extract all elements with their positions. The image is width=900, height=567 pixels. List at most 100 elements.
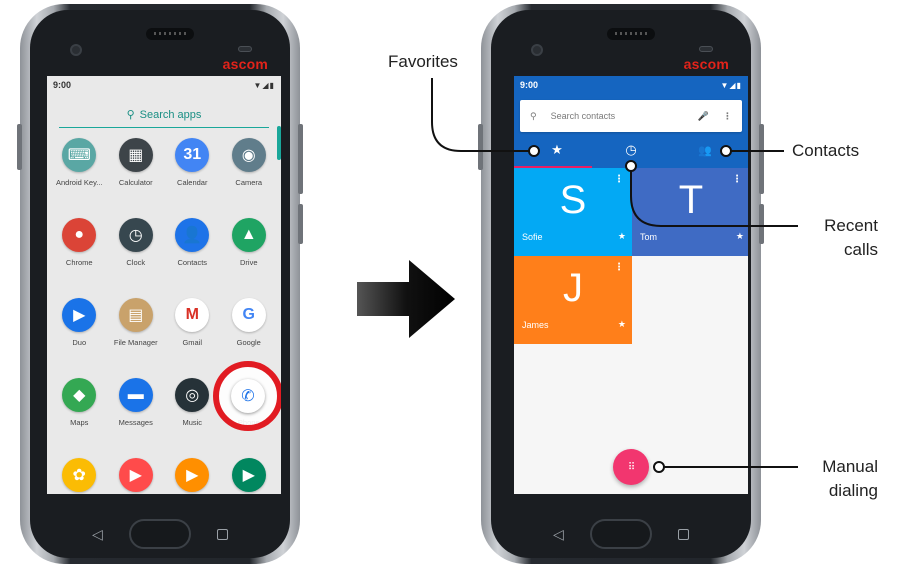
callout-contacts: Contacts bbox=[792, 141, 860, 160]
app-label: Contacts bbox=[177, 258, 208, 267]
callout-manual-dialing: Manual dialing bbox=[808, 455, 878, 503]
app-clock[interactable]: ◷ Clock bbox=[108, 218, 165, 280]
status-icons: ▼◢▮ bbox=[720, 80, 742, 90]
tab-favorites[interactable]: ★ bbox=[520, 142, 594, 158]
app-label: Google bbox=[236, 338, 261, 347]
callout-manual-line1: Manual bbox=[822, 457, 878, 476]
calculator-icon: ▦ bbox=[118, 138, 153, 172]
favorite-tile-sofie[interactable]: S ⋮ Sofie ★ bbox=[514, 168, 632, 256]
brand-logo: ascom bbox=[683, 56, 729, 72]
app-google[interactable]: G Google bbox=[221, 298, 278, 360]
search-contacts-placeholder: Search contacts bbox=[550, 111, 616, 121]
app-label: File Manager bbox=[113, 338, 158, 347]
app-contacts[interactable]: 👤 Contacts bbox=[164, 218, 221, 280]
more-vert-icon[interactable]: ⋮ bbox=[732, 174, 742, 185]
recents-icon[interactable] bbox=[678, 528, 689, 540]
tab-recent-calls[interactable]: ◷ bbox=[594, 142, 668, 158]
back-icon[interactable]: ◁ bbox=[553, 526, 564, 543]
clock-icon: ◷ bbox=[625, 142, 637, 157]
app-drive[interactable]: ▲ Drive bbox=[221, 218, 278, 280]
app-play-books[interactable]: ▶Play Books bbox=[108, 458, 165, 494]
app-calendar[interactable]: 31 Calendar bbox=[164, 138, 221, 200]
google-icon: G bbox=[231, 298, 266, 332]
scrollbar[interactable] bbox=[277, 126, 281, 160]
app-drawer-screen: 9:00 ▼◢▮ ⚲ Search apps ⌨ Android Key... ▦ C… bbox=[47, 76, 281, 494]
favorite-tile-james[interactable]: J ⋮ James ★ bbox=[514, 256, 632, 344]
app-grid: ⌨ Android Key... ▦ Calculator 31 Calendar ◉ Cam… bbox=[51, 138, 277, 494]
contact-name: Sofie bbox=[522, 232, 543, 242]
app-label: Camera bbox=[235, 178, 263, 187]
search-contacts-field[interactable]: ⚲ Search contacts 🎤 ⋮ bbox=[520, 100, 742, 132]
status-icons: ▼◢▮ bbox=[253, 80, 275, 90]
status-time: 9:00 bbox=[53, 80, 72, 90]
app-keyboard[interactable]: ⌨ Android Key... bbox=[51, 138, 108, 200]
more-vert-icon[interactable]: ⋮ bbox=[614, 174, 624, 185]
search-icon: ⚲ bbox=[530, 110, 537, 121]
app-label: Gmail bbox=[182, 338, 203, 347]
app-chrome[interactable]: ● Chrome bbox=[51, 218, 108, 280]
brand-logo: ascom bbox=[222, 56, 268, 72]
camera-icon: ◉ bbox=[231, 138, 266, 172]
app-gmail[interactable]: M Gmail bbox=[164, 298, 221, 360]
home-button[interactable] bbox=[128, 519, 191, 549]
volume-button bbox=[17, 124, 22, 170]
duo-icon: ▶ bbox=[62, 298, 97, 332]
app-photos[interactable]: ✿Photos bbox=[51, 458, 108, 494]
gmail-icon: M bbox=[175, 298, 210, 332]
app-play-music[interactable]: ▶Play Music bbox=[164, 458, 221, 494]
app-maps[interactable]: ◆ Maps bbox=[51, 378, 108, 440]
app-file-manager[interactable]: ▤ File Manager bbox=[108, 298, 165, 360]
app-camera[interactable]: ◉ Camera bbox=[221, 138, 278, 200]
search-apps-label: Search apps bbox=[139, 108, 202, 121]
app-calculator[interactable]: ▦ Calculator bbox=[108, 138, 165, 200]
more-vert-icon[interactable]: ⋮ bbox=[723, 111, 732, 122]
microphone-icon[interactable]: 🎤 bbox=[698, 111, 709, 122]
navigation-bar: ◁ bbox=[523, 514, 719, 554]
app-music[interactable]: ◎ Music bbox=[164, 378, 221, 440]
star-icon: ★ bbox=[551, 142, 563, 157]
callout-recent-calls: Recent calls bbox=[812, 214, 878, 262]
callout-manual-line2: dialing bbox=[828, 481, 878, 500]
app-messages[interactable]: ▬ Messages bbox=[108, 378, 165, 440]
clock-icon: ◷ bbox=[118, 218, 153, 252]
phone-dialer-screen: 9:00 ▼◢▮ ⚲ Search contacts 🎤 ⋮ ★ ◷ 👥 S ⋮… bbox=[514, 76, 748, 494]
earpiece-grill bbox=[615, 32, 647, 35]
star-icon: ★ bbox=[735, 231, 744, 241]
phone-icon[interactable]: ✆ bbox=[231, 379, 265, 413]
chrome-icon: ● bbox=[62, 218, 97, 252]
side-key bbox=[298, 124, 303, 194]
recents-icon[interactable] bbox=[217, 528, 228, 540]
app-label: Calendar bbox=[177, 178, 208, 187]
back-icon[interactable]: ◁ bbox=[92, 526, 103, 543]
home-button[interactable] bbox=[589, 519, 652, 549]
dialpad-fab[interactable]: ⠿ bbox=[613, 449, 649, 485]
app-duo[interactable]: ▶ Duo bbox=[51, 298, 108, 360]
contact-initial: T bbox=[678, 178, 704, 222]
calendar-icon: 31 bbox=[175, 138, 210, 172]
search-apps-field[interactable]: ⚲ Search apps bbox=[59, 102, 269, 128]
app-label: Drive bbox=[239, 258, 258, 267]
tab-contacts[interactable]: 👥 bbox=[668, 144, 742, 157]
callout-favorites: Favorites bbox=[388, 52, 458, 71]
app-label: Maps bbox=[70, 418, 89, 427]
volume-button bbox=[478, 124, 483, 170]
proximity-sensor bbox=[699, 46, 713, 52]
contact-name: Tom bbox=[640, 232, 658, 242]
favorite-tile-tom[interactable]: T ⋮ Tom ★ bbox=[632, 168, 748, 256]
more-vert-icon[interactable]: ⋮ bbox=[614, 262, 624, 273]
proximity-sensor bbox=[238, 46, 252, 52]
phone-app-highlight[interactable]: ✆ bbox=[213, 361, 281, 431]
app-play-store[interactable]: ▶Play Store bbox=[221, 458, 278, 494]
callout-recent-line1: Recent bbox=[824, 216, 878, 235]
app-label: Clock bbox=[126, 258, 146, 267]
app-label: Duo bbox=[72, 338, 87, 347]
search-icon: ⚲ bbox=[126, 109, 135, 121]
music-icon: ◎ bbox=[175, 378, 210, 412]
right-arrow-icon bbox=[357, 260, 455, 338]
status-time: 9:00 bbox=[520, 80, 539, 90]
star-icon: ★ bbox=[617, 231, 626, 241]
status-bar: 9:00 ▼◢▮ bbox=[514, 76, 748, 94]
photos-icon: ✿ bbox=[62, 458, 97, 492]
drive-icon: ▲ bbox=[231, 218, 266, 252]
dialpad-icon: ⠿ bbox=[627, 461, 635, 473]
